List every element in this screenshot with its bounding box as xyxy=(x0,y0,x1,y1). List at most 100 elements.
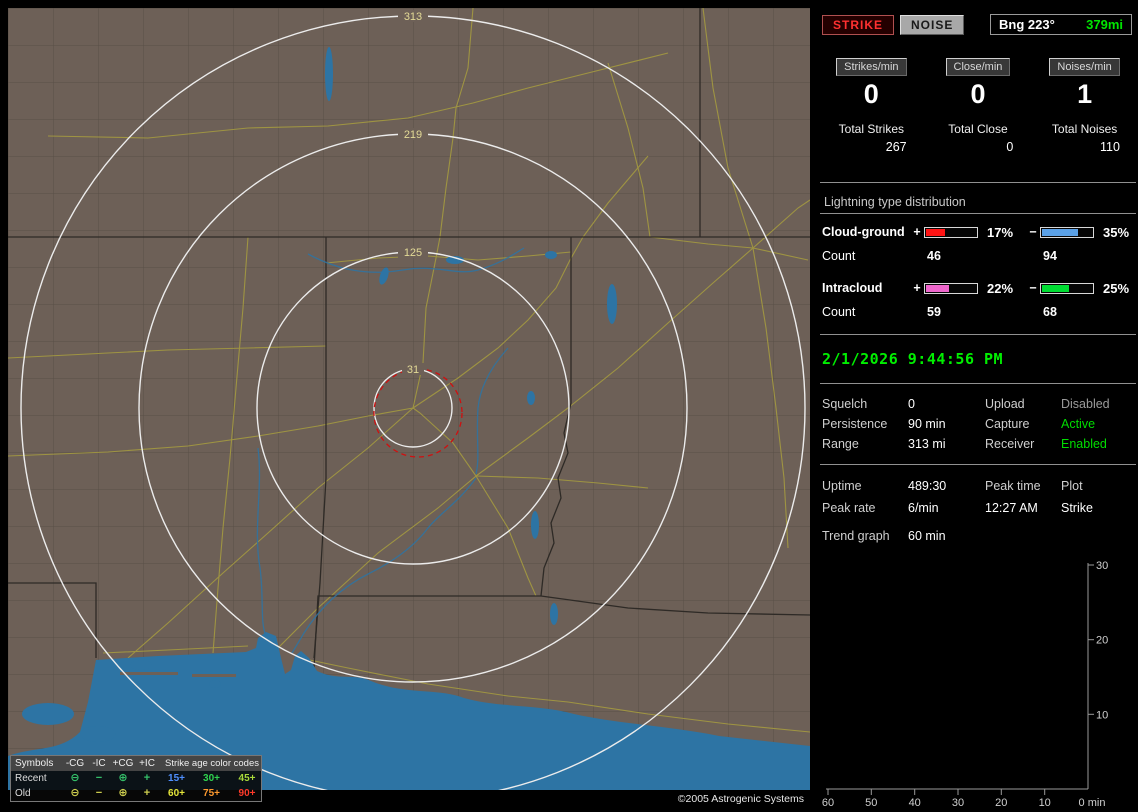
age-60: 60+ xyxy=(168,788,185,799)
cg-negative-bar xyxy=(1040,226,1094,238)
uptime-row: Uptime 489:30 Peak time Plot xyxy=(818,475,1138,497)
cg-negative-pct: 35% xyxy=(1103,224,1130,240)
ic-negative-pct: 25% xyxy=(1103,280,1130,296)
ic-negative-count: 68 xyxy=(1043,305,1057,319)
x-tick-10: 10 xyxy=(1039,797,1051,809)
ic-positive-count: 59 xyxy=(927,305,941,319)
upload-status: Disabled xyxy=(1061,397,1110,411)
total-noises-value: 110 xyxy=(1099,140,1120,154)
ic-negative-bar xyxy=(1040,282,1094,294)
neg-cg-recent-icon: ⊖ xyxy=(70,772,80,784)
noises-per-min-value: 1 xyxy=(1077,79,1093,109)
ic-positive-bar xyxy=(924,282,978,294)
legend-row-old: Old ⊖ − ⊕ + 60+ 75+ 90+ xyxy=(11,786,261,801)
total-close-label: Total Close xyxy=(948,122,1008,136)
legend-col-neg-cg: -CG xyxy=(65,758,85,769)
trend-axis-labels: 30 20 10 60 50 40 30 20 10 0 min xyxy=(822,560,1108,809)
strikes-column: Strikes/min 0 Total Strikes 267 xyxy=(818,57,925,154)
toolbar: STRIKE NOISE Bng 223° 379mi xyxy=(822,14,1132,35)
age-45: 45+ xyxy=(238,773,256,784)
datetime-display: 2/1/2026 9:44:56 PM xyxy=(822,350,1004,368)
x-tick-60: 60 xyxy=(822,797,834,809)
legend-row-recent: Recent ⊖ − ⊕ + 15+ 30+ 45+ xyxy=(11,771,261,786)
persistence-value: 90 min xyxy=(908,417,946,431)
receiver-label: Receiver xyxy=(985,437,1035,451)
strike-map[interactable]: 313 219 125 31 Symbols -CG -IC +CG +IC S… xyxy=(7,7,811,806)
neg-ic-recent-icon: − xyxy=(95,772,103,784)
legend-col-neg-ic: -IC xyxy=(92,758,106,769)
legend-header: Symbols -CG -IC +CG +IC Strike age color… xyxy=(11,756,261,771)
squelch-row: Squelch 0 Upload Disabled xyxy=(818,394,1138,414)
strikes-per-min-value: 0 xyxy=(863,79,879,109)
close-column: Close/min 0 Total Close 0 xyxy=(925,57,1032,154)
legend-col-pos-ic: +IC xyxy=(139,758,155,769)
neg-cg-old-icon: ⊖ xyxy=(70,787,80,799)
total-noises-label: Total Noises xyxy=(1051,122,1118,136)
capture-label: Capture xyxy=(985,417,1030,431)
range-label: Range xyxy=(822,437,859,451)
capture-status: Active xyxy=(1061,417,1096,431)
noises-per-min-label: Noises/min xyxy=(1049,58,1120,76)
age-75: 75+ xyxy=(203,788,220,799)
x-tick-30: 30 xyxy=(952,797,964,809)
total-close-value: 0 xyxy=(1006,140,1014,154)
count-label: Count xyxy=(822,249,856,263)
uptime-label: Uptime xyxy=(822,479,862,493)
legend-recent-label: Recent xyxy=(15,773,47,784)
trend-graph-label: Trend graph xyxy=(822,529,890,543)
ring-label-313: 313 xyxy=(404,11,422,23)
cg-positive-pct: 17% xyxy=(987,224,1014,240)
cg-negative-count: 94 xyxy=(1043,249,1057,263)
x-tick-0: 0 min xyxy=(1079,797,1106,809)
separator xyxy=(820,182,1136,183)
intracloud-label: Intracloud xyxy=(822,281,883,295)
intracloud-count-row: Count 59 68 xyxy=(818,300,1138,324)
x-tick-20: 20 xyxy=(995,797,1007,809)
trend-graph-window: 60 min xyxy=(908,529,946,543)
separator xyxy=(820,464,1136,465)
legend-symbols-title: Symbols xyxy=(15,758,54,769)
close-per-min-value: 0 xyxy=(970,79,986,109)
bearing-value: Bng 223° xyxy=(999,17,1055,32)
legend-col-pos-cg: +CG xyxy=(112,758,134,769)
pos-cg-recent-icon: ⊕ xyxy=(118,772,128,784)
cg-negative-bar-fill xyxy=(1042,228,1079,236)
map-legend: Symbols -CG -IC +CG +IC Strike age color… xyxy=(10,755,262,802)
total-strikes-value: 267 xyxy=(885,140,907,154)
ring-label-219: 219 xyxy=(404,129,422,141)
peak-rate-value: 6/min xyxy=(908,501,939,515)
strike-toggle-button[interactable]: STRIKE xyxy=(822,14,895,35)
total-strikes-label: Total Strikes xyxy=(838,122,904,136)
y-tick-10: 10 xyxy=(1096,709,1108,721)
squelch-label: Squelch xyxy=(822,397,868,411)
noises-column: Noises/min 1 Total Noises 110 xyxy=(1031,57,1138,154)
trend-axes xyxy=(826,563,1094,795)
noise-toggle-button[interactable]: NOISE xyxy=(900,14,965,35)
peak-time-value: 12:27 AM xyxy=(985,501,1038,515)
separator xyxy=(820,334,1136,335)
map-canvas: 313 219 125 31 xyxy=(7,7,811,801)
age-15: 15+ xyxy=(168,773,185,784)
sidebar: STRIKE NOISE Bng 223° 379mi Strikes/min … xyxy=(818,0,1138,812)
rate-stats: Strikes/min 0 Total Strikes 267 Close/mi… xyxy=(818,57,1138,154)
strikes-per-min-label: Strikes/min xyxy=(836,58,907,76)
legend-old-label: Old xyxy=(15,788,31,799)
cg-positive-bar xyxy=(924,226,978,238)
peak-time-label: Peak time xyxy=(985,479,1041,493)
age-30: 30+ xyxy=(203,773,220,784)
pos-ic-recent-icon: + xyxy=(143,772,151,784)
pos-ic-old-icon: + xyxy=(143,787,151,799)
plus-sign: + xyxy=(913,281,921,295)
app-window: 313 219 125 31 Symbols -CG -IC +CG +IC S… xyxy=(0,0,1138,812)
minus-sign: − xyxy=(1029,225,1037,239)
ring-label-125: 125 xyxy=(404,247,422,259)
persistence-label: Persistence xyxy=(822,417,888,431)
close-per-min-label: Close/min xyxy=(945,58,1011,76)
bearing-readout: Bng 223° 379mi xyxy=(990,14,1132,35)
persistence-row: Persistence 90 min Capture Active xyxy=(818,414,1138,434)
plus-sign: + xyxy=(913,225,921,239)
squelch-value: 0 xyxy=(908,397,915,411)
pos-cg-old-icon: ⊕ xyxy=(118,787,128,799)
trend-graph: 30 20 10 60 50 40 30 20 10 0 min xyxy=(822,560,1108,809)
upload-label: Upload xyxy=(985,397,1025,411)
